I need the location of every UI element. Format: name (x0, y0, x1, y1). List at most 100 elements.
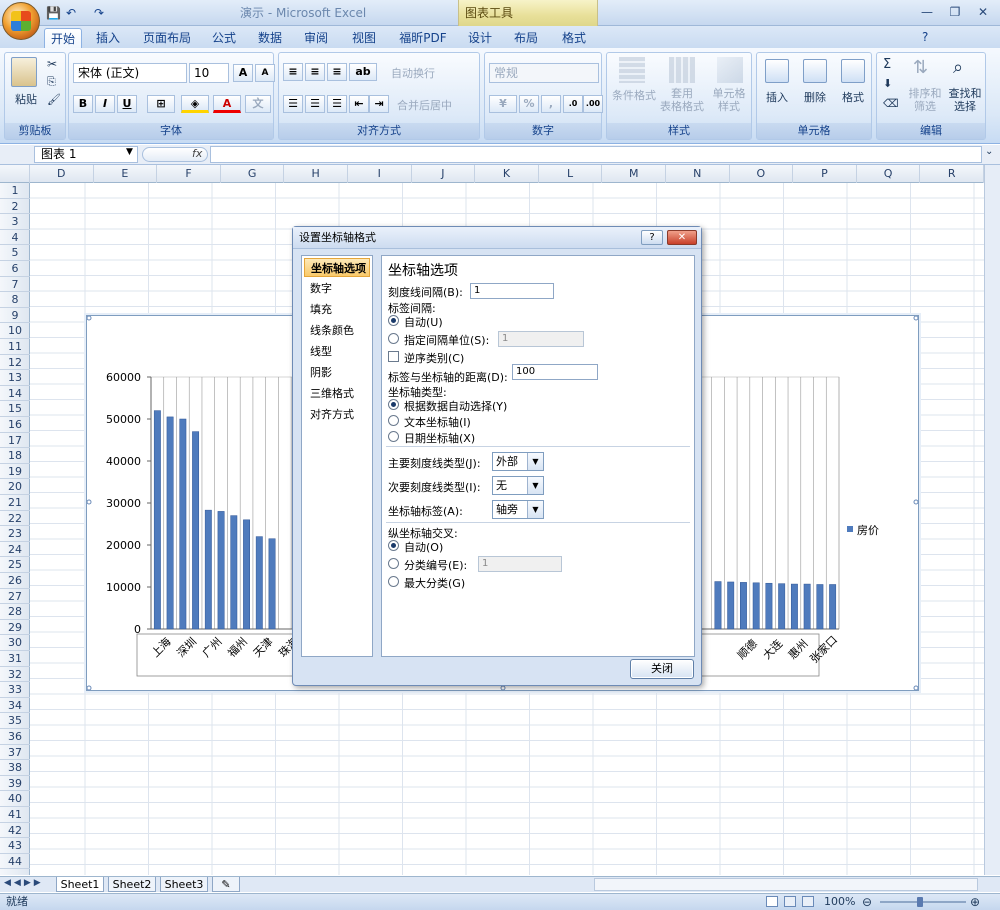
delete-cells-icon[interactable] (803, 59, 827, 83)
row-header-30[interactable]: 30 (0, 635, 30, 651)
axis-type-text-radio[interactable] (388, 415, 399, 426)
row-header-33[interactable]: 33 (0, 682, 30, 698)
column-header-F[interactable]: F (157, 165, 221, 183)
help-icon[interactable]: ? (922, 30, 928, 44)
row-header-16[interactable]: 16 (0, 417, 30, 433)
nav-axis-options[interactable]: 坐标轴选项 (304, 258, 370, 277)
delete-button[interactable]: 删除 (799, 89, 831, 105)
row-header-3[interactable]: 3 (0, 214, 30, 230)
sheet-tab-3[interactable]: Sheet3 (160, 877, 208, 892)
row-header-6[interactable]: 6 (0, 261, 30, 277)
cross-category-input[interactable]: 1 (478, 556, 562, 572)
italic-button[interactable]: I (95, 95, 115, 113)
row-header-32[interactable]: 32 (0, 667, 30, 683)
insert-cells-icon[interactable] (765, 59, 789, 83)
row-header-10[interactable]: 10 (0, 323, 30, 339)
cell-style-button[interactable]: 单元格 样式 (707, 87, 751, 113)
row-header-13[interactable]: 13 (0, 370, 30, 386)
row-header-2[interactable]: 2 (0, 199, 30, 215)
align-left-icon[interactable]: ☰ (283, 95, 303, 113)
row-header-18[interactable]: 18 (0, 448, 30, 464)
row-header-1[interactable]: 1 (0, 183, 30, 199)
phonetic-icon[interactable]: 文 (245, 95, 271, 113)
row-header-17[interactable]: 17 (0, 433, 30, 449)
row-header-28[interactable]: 28 (0, 604, 30, 620)
number-format-select[interactable]: 常规 (489, 63, 599, 83)
cross-category-radio[interactable] (388, 558, 399, 569)
save-icon[interactable]: 💾 (46, 5, 61, 21)
nav-line-color[interactable]: 线条颜色 (304, 321, 370, 340)
table-format-icon[interactable] (669, 57, 695, 83)
row-header-29[interactable]: 29 (0, 620, 30, 636)
row-header-37[interactable]: 37 (0, 745, 30, 761)
tab-layout[interactable]: 布局 (508, 28, 544, 48)
comma-icon[interactable]: , (541, 95, 561, 113)
restore-icon[interactable]: ❐ (942, 2, 968, 22)
align-right-icon[interactable]: ☰ (327, 95, 347, 113)
row-header-43[interactable]: 43 (0, 838, 30, 854)
tab-review[interactable]: 审阅 (296, 28, 336, 48)
tab-data[interactable]: 数据 (250, 28, 290, 48)
cut-icon[interactable]: ✂ (47, 57, 57, 71)
column-header-D[interactable]: D (30, 165, 94, 183)
formula-input[interactable] (210, 146, 982, 163)
conditional-format-button[interactable]: 条件格式 (609, 87, 659, 103)
bold-button[interactable]: B (73, 95, 93, 113)
format-painter-icon[interactable]: 🖌 (47, 93, 61, 106)
row-header-42[interactable]: 42 (0, 823, 30, 839)
clear-icon[interactable]: ⌫ (883, 97, 899, 110)
column-header-P[interactable]: P (793, 165, 857, 183)
tab-design[interactable]: 设计 (462, 28, 498, 48)
row-header-22[interactable]: 22 (0, 511, 30, 527)
wrap-text-button[interactable]: 自动换行 (391, 65, 435, 81)
merge-center-button[interactable]: 合并后居中 (397, 97, 452, 113)
column-header-G[interactable]: G (221, 165, 285, 183)
font-size-select[interactable]: 10 (189, 63, 229, 83)
tab-formulas[interactable]: 公式 (204, 28, 244, 48)
cell-style-icon[interactable] (717, 57, 743, 83)
axis-labels-select[interactable]: 轴旁 ▼ (492, 500, 544, 519)
insert-sheet-icon[interactable]: ✎ (212, 877, 240, 892)
column-header-H[interactable]: H (284, 165, 348, 183)
row-header-9[interactable]: 9 (0, 308, 30, 324)
page-layout-view-icon[interactable] (784, 896, 796, 907)
column-header-O[interactable]: O (730, 165, 794, 183)
row-header-12[interactable]: 12 (0, 355, 30, 371)
column-header-K[interactable]: K (475, 165, 539, 183)
sheet-tab-2[interactable]: Sheet2 (108, 877, 156, 892)
minimize-icon[interactable]: — (914, 2, 940, 22)
decrease-decimal-icon[interactable]: .00 (583, 95, 603, 113)
label-auto-radio[interactable] (388, 315, 399, 326)
row-header-39[interactable]: 39 (0, 776, 30, 792)
minor-tick-select[interactable]: 无 ▼ (492, 476, 544, 495)
align-top-icon[interactable]: ≡ (283, 63, 303, 81)
row-header-26[interactable]: 26 (0, 573, 30, 589)
nav-number[interactable]: 数字 (304, 279, 370, 298)
column-header-M[interactable]: M (602, 165, 666, 183)
autosum-icon[interactable]: Σ (883, 57, 891, 72)
row-header-4[interactable]: 4 (0, 230, 30, 246)
expand-formula-icon[interactable]: ⌄ (985, 146, 993, 157)
row-header-27[interactable]: 27 (0, 589, 30, 605)
sort-filter-icon[interactable]: ⇅ (913, 57, 928, 78)
horizontal-scrollbar[interactable] (594, 878, 978, 891)
normal-view-icon[interactable] (766, 896, 778, 907)
column-header-L[interactable]: L (539, 165, 603, 183)
row-header-20[interactable]: 20 (0, 479, 30, 495)
vertical-scrollbar[interactable] (984, 165, 1000, 875)
zoom-slider-thumb[interactable] (917, 897, 923, 907)
column-header-Q[interactable]: Q (857, 165, 921, 183)
paste-icon[interactable] (11, 57, 41, 91)
align-middle-icon[interactable]: ≡ (305, 63, 325, 81)
zoom-out-icon[interactable]: ⊖ (862, 894, 872, 910)
tab-view[interactable]: 视图 (344, 28, 384, 48)
conditional-format-icon[interactable] (619, 57, 645, 83)
row-header-41[interactable]: 41 (0, 807, 30, 823)
name-box[interactable]: 图表 1 (34, 146, 138, 163)
sort-filter-button[interactable]: 排序和 筛选 (905, 87, 945, 113)
tab-insert[interactable]: 插入 (88, 28, 128, 48)
orientation-icon[interactable]: ab (349, 63, 377, 81)
row-header-38[interactable]: 38 (0, 760, 30, 776)
fill-color-icon[interactable]: ◈ (181, 95, 209, 113)
column-header-J[interactable]: J (412, 165, 476, 183)
